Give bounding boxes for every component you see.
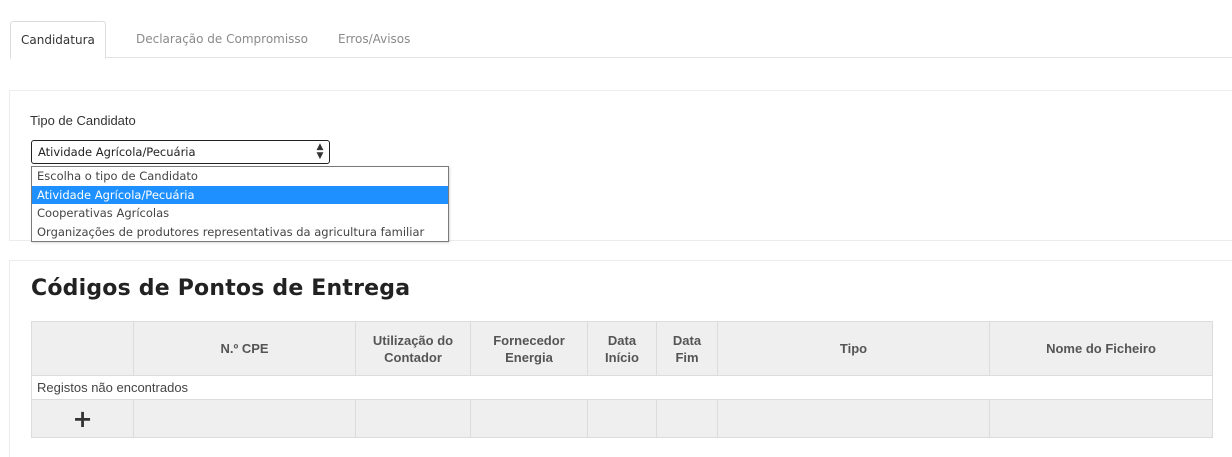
tab-declaracao-compromisso[interactable]: Declaração de Compromisso (126, 21, 318, 58)
column-header-cpe: N.º CPE (134, 322, 356, 375)
table-cell (657, 400, 718, 437)
candidate-type-label: Tipo de Candidato (30, 113, 136, 128)
tab-bar: Candidatura Declaração de Compromisso Er… (10, 21, 1232, 59)
updown-arrows-icon: ▲ ▼ (316, 142, 324, 161)
option-cooperativas-agricolas[interactable]: Cooperativas Agrícolas (32, 204, 448, 223)
column-header-nome-ficheiro: Nome do Ficheiro (1046, 341, 1156, 356)
cpe-section-title: Códigos de Pontos de Entrega (31, 276, 411, 301)
cpe-table: N.º CPE Utilização do Contador Fornecedor… (31, 321, 1213, 438)
add-cell: + (32, 400, 134, 437)
candidate-type-dropdown: Escolha o tipo de Candidato Atividade Ag… (31, 166, 449, 242)
column-header-utilizacao: Utilização do Contador (356, 322, 471, 375)
candidate-type-select[interactable]: Atividade Agrícola/Pecuária ▲ ▼ (31, 140, 330, 164)
option-escolha-tipo[interactable]: Escolha o tipo de Candidato (32, 167, 448, 186)
column-header-actions (32, 322, 134, 375)
candidate-type-selected-value: Atividade Agrícola/Pecuária (38, 145, 196, 159)
column-header-fornecedor: Fornecedor Energia (471, 322, 588, 375)
column-header-tipo: Tipo (718, 322, 990, 375)
empty-message: Registos não encontrados (32, 376, 1212, 400)
table-cell (990, 400, 1212, 437)
table-cell (134, 400, 356, 437)
column-header-data-fim: Data Fim (657, 322, 718, 375)
column-header-data-inicio: Data Início (588, 322, 657, 375)
option-organizacoes-produtores[interactable]: Organizações de produtores representativ… (32, 223, 448, 242)
table-row: + (32, 400, 1212, 437)
table-header: N.º CPE Utilização do Contador Fornecedor… (32, 322, 1212, 376)
tab-erros-avisos[interactable]: Erros/Avisos (328, 21, 420, 58)
table-cell (356, 400, 471, 437)
table-cell (588, 400, 657, 437)
table-cell (471, 400, 588, 437)
table-cell (718, 400, 990, 437)
tab-candidatura[interactable]: Candidatura (10, 21, 106, 59)
plus-icon[interactable]: + (72, 407, 92, 431)
option-atividade-agricola[interactable]: Atividade Agrícola/Pecuária (32, 185, 448, 204)
